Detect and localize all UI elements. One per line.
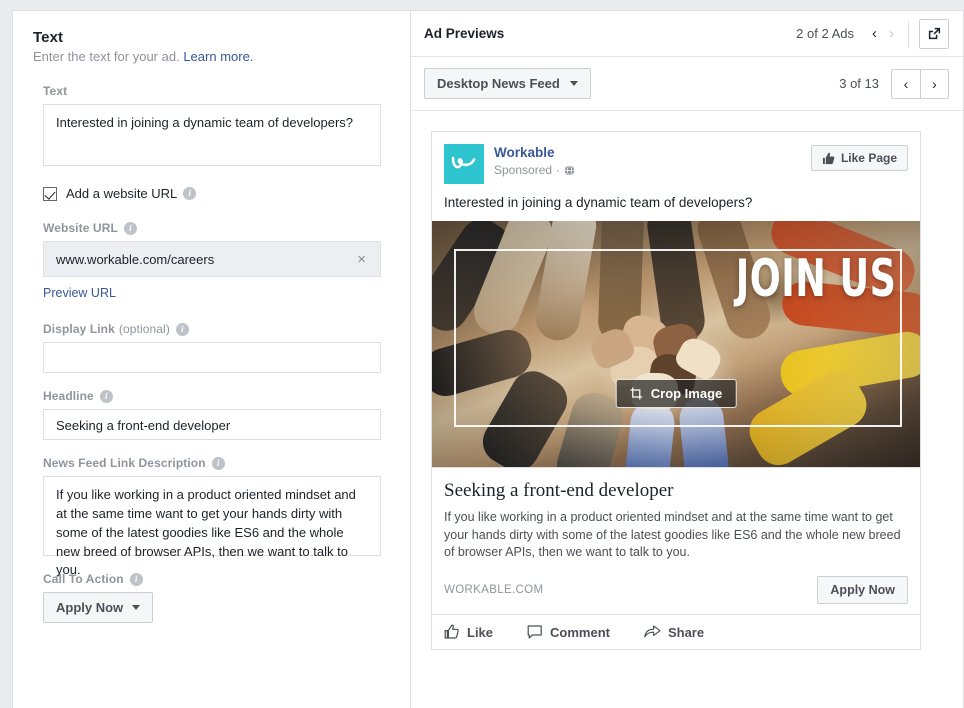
headline-label-text: Headline: [43, 389, 94, 403]
website-url-label-text: Website URL: [43, 221, 118, 235]
crop-icon: [630, 387, 643, 400]
brand-meta: Workable Sponsored ·: [494, 144, 811, 177]
add-website-url-label: Add a website URL i: [66, 186, 197, 201]
sponsored-row: Sponsored ·: [494, 163, 811, 177]
next-placement-button[interactable]: ›: [920, 69, 948, 98]
placement-counter: 3 of 13: [839, 76, 879, 91]
share-action[interactable]: Share: [644, 624, 704, 640]
news-feed-link-description-label: News Feed Link Description i: [43, 456, 390, 470]
ad-primary-text: Interested in joining a dynamic team of …: [444, 195, 753, 210]
globe-icon: [564, 165, 575, 176]
separator-dot: ·: [556, 163, 561, 178]
learn-more-link[interactable]: Learn more.: [183, 49, 253, 64]
section-subtitle: Enter the text for your ad. Learn more.: [33, 49, 390, 64]
brand-logo-icon: [444, 144, 484, 184]
comment-bubble-icon: [527, 625, 542, 639]
website-url-label: Website URL i: [43, 221, 390, 235]
external-link-icon: [928, 27, 940, 40]
comment-action-label: Comment: [550, 624, 610, 640]
divider: [908, 20, 909, 47]
info-icon[interactable]: i: [183, 187, 197, 200]
website-url-group: Website URL i www.workable.com/careers ×: [43, 221, 390, 277]
website-url-value: www.workable.com/careers: [56, 251, 215, 267]
news-feed-link-description-label-text: News Feed Link Description: [43, 456, 206, 470]
info-icon[interactable]: i: [211, 456, 225, 470]
info-icon[interactable]: i: [123, 221, 137, 235]
crop-image-button[interactable]: Crop Image: [615, 379, 737, 408]
page-title: Text: [33, 29, 64, 46]
display-link-optional-text: (optional): [118, 322, 170, 336]
info-icon[interactable]: i: [99, 389, 113, 403]
like-page-label: Like Page: [840, 151, 897, 165]
ad-preview-wrapper: Workable Sponsored · Like Page Intereste…: [411, 111, 963, 651]
placement-select-value: Desktop News Feed: [437, 76, 560, 91]
headline-label: Headline i: [43, 389, 390, 403]
ad-card-header: Workable Sponsored · Like Page: [432, 132, 920, 184]
info-icon[interactable]: i: [175, 322, 189, 336]
ad-link-footer: WORKABLE.COM Apply Now: [444, 576, 908, 605]
display-link-group: Display Link (optional) i: [43, 322, 390, 373]
text-field-label-text: Text: [43, 84, 68, 98]
preview-url-link[interactable]: Preview URL: [43, 286, 116, 300]
headline-input[interactable]: Seeking a front-end developer: [43, 409, 381, 440]
open-in-new-window-button[interactable]: [919, 18, 949, 49]
chevron-down-icon: [569, 81, 578, 86]
share-action-label: Share: [667, 624, 705, 640]
info-icon[interactable]: i: [129, 572, 143, 586]
share-arrow-icon: [644, 625, 661, 638]
ad-previews-header: Ad Previews 2 of 2 Ads ‹ ›: [411, 11, 963, 57]
crop-image-label: Crop Image: [650, 386, 723, 401]
website-url-input[interactable]: www.workable.com/careers ×: [43, 241, 381, 277]
thumbs-up-icon: [822, 152, 835, 164]
add-website-url-row[interactable]: Add a website URL i: [43, 186, 390, 201]
add-website-url-label-text: Add a website URL: [66, 186, 178, 201]
like-action-label: Like: [467, 624, 494, 640]
ad-text-input[interactable]: Interested in joining a dynamic team of …: [43, 104, 381, 166]
ad-text-editor-panel: Text Enter the text for your ad. Learn m…: [12, 10, 411, 708]
call-to-action-group: Call To Action i Apply Now: [43, 572, 390, 623]
comment-action[interactable]: Comment: [527, 624, 610, 640]
previous-placement-button[interactable]: ‹: [892, 69, 920, 98]
next-ad-button[interactable]: ›: [883, 26, 900, 41]
ad-preview-card: Workable Sponsored · Like Page Intereste…: [431, 131, 921, 651]
chevron-down-icon: [132, 605, 141, 610]
display-link-input[interactable]: [43, 342, 381, 373]
ad-creative-image[interactable]: JOIN US Crop Image: [432, 221, 920, 467]
news-feed-link-description-group: News Feed Link Description i If you like…: [43, 456, 390, 577]
call-to-action-select[interactable]: Apply Now: [43, 592, 154, 623]
ad-previews-title: Ad Previews: [424, 26, 505, 41]
checkbox-checked-icon[interactable]: [43, 186, 57, 201]
ad-previews-toolbar: Desktop News Feed 3 of 13 ‹ ›: [411, 57, 963, 111]
call-to-action-label: Call To Action i: [43, 572, 390, 586]
placement-pager: ‹ ›: [891, 68, 949, 99]
text-field-label: Text: [43, 84, 390, 98]
ads-counter: 2 of 2 Ads: [796, 26, 854, 41]
like-action[interactable]: Like: [444, 624, 493, 640]
display-link-label: Display Link (optional) i: [43, 322, 390, 336]
call-to-action-value: Apply Now: [56, 600, 124, 615]
ad-display-domain: WORKABLE.COM: [444, 584, 544, 597]
call-to-action-label-text: Call To Action: [43, 572, 124, 586]
text-field-group: Text Interested in joining a dynamic tea…: [43, 84, 390, 166]
ad-headline: Seeking a front-end developer: [444, 480, 674, 501]
clear-icon[interactable]: ×: [355, 252, 368, 267]
ad-social-actions: Like Comment Share: [432, 614, 920, 649]
brand-name[interactable]: Workable: [494, 145, 811, 161]
ad-link-description: If you like working in a product oriente…: [444, 509, 901, 560]
display-link-label-text: Display Link: [43, 322, 115, 336]
ad-previews-panel: Ad Previews 2 of 2 Ads ‹ › Desktop News …: [411, 10, 964, 708]
previous-ad-button[interactable]: ‹: [866, 26, 883, 41]
placement-select[interactable]: Desktop News Feed: [424, 68, 591, 99]
workable-mark-icon: [451, 156, 476, 169]
like-page-button[interactable]: Like Page: [810, 145, 908, 171]
app-root: Text Enter the text for your ad. Learn m…: [0, 0, 964, 708]
ad-link-block: Seeking a front-end developer If you lik…: [432, 467, 920, 615]
image-overlay-text: JOIN US: [735, 248, 896, 309]
section-subtitle-text: Enter the text for your ad.: [33, 49, 180, 64]
news-feed-link-description-input[interactable]: If you like working in a product oriente…: [43, 476, 381, 577]
thumbs-up-outline-icon: [444, 624, 459, 639]
sponsored-label: Sponsored: [494, 163, 553, 178]
headline-group: Headline i Seeking a front-end developer: [43, 389, 390, 440]
apply-now-button[interactable]: Apply Now: [817, 576, 908, 605]
